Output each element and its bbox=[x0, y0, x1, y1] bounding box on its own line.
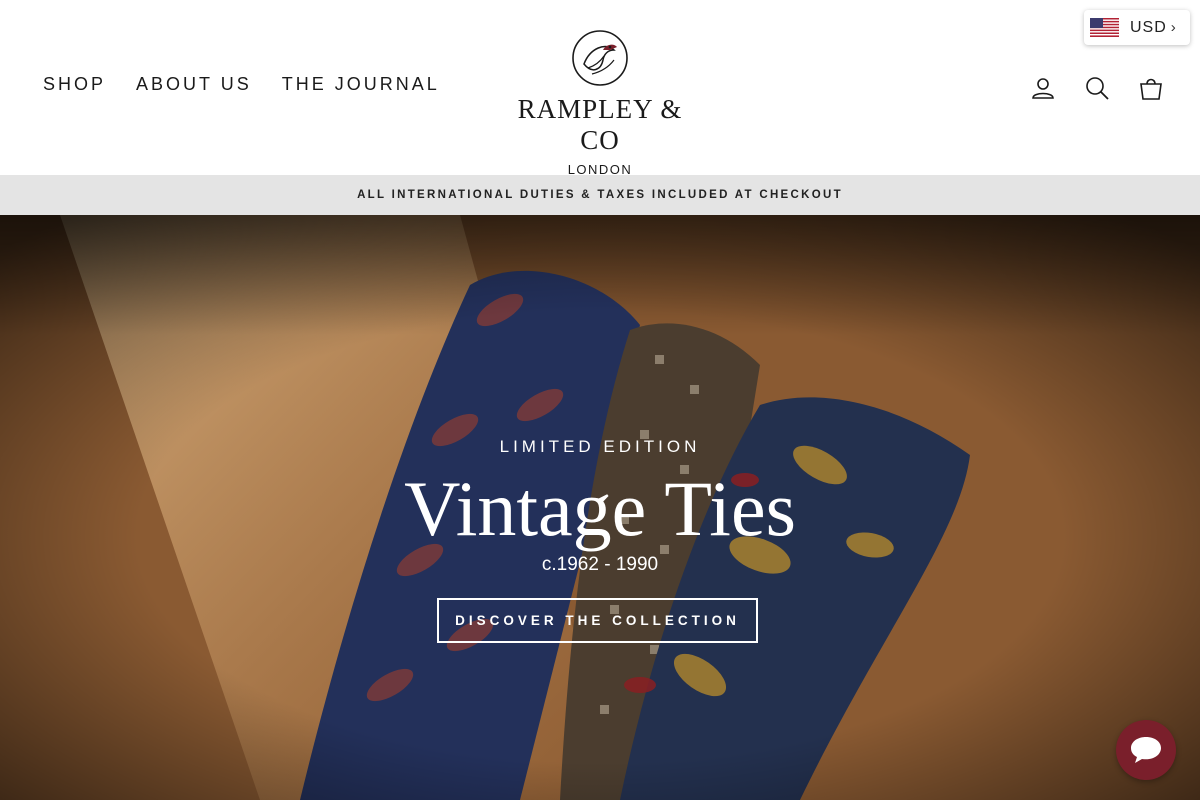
announcement-text: ALL INTERNATIONAL DUTIES & TAXES INCLUDE… bbox=[357, 189, 843, 201]
hero-content: LIMITED EDITION Vintage Ties c.1962 - 19… bbox=[0, 215, 1200, 800]
header-actions bbox=[1030, 74, 1164, 102]
announcement-bar: ALL INTERNATIONAL DUTIES & TAXES INCLUDE… bbox=[0, 175, 1200, 215]
main-nav: SHOP ABOUT US THE JOURNAL bbox=[43, 74, 470, 95]
us-flag-icon bbox=[1090, 18, 1119, 37]
chat-button[interactable] bbox=[1116, 720, 1176, 780]
currency-code: USD bbox=[1130, 18, 1167, 36]
search-icon[interactable] bbox=[1084, 74, 1110, 102]
hero-banner: LIMITED EDITION Vintage Ties c.1962 - 19… bbox=[0, 215, 1200, 800]
chat-bubble-icon bbox=[1131, 737, 1161, 763]
chevron-right-icon: › bbox=[1170, 19, 1176, 36]
site-header: SHOP ABOUT US THE JOURNAL RAMPLEY & CO L… bbox=[0, 0, 1200, 177]
hero-subtitle: c.1962 - 1990 bbox=[541, 554, 659, 575]
hero-kicker: LIMITED EDITION bbox=[499, 437, 701, 456]
nav-link-the-journal[interactable]: THE JOURNAL bbox=[282, 74, 440, 95]
currency-selector[interactable]: USD › bbox=[1084, 10, 1190, 45]
brand-name: RAMPLEY & CO bbox=[517, 94, 683, 155]
cart-icon[interactable] bbox=[1138, 74, 1164, 102]
brand-logo[interactable]: RAMPLEY & CO LONDON bbox=[500, 28, 700, 177]
discover-collection-button[interactable]: DISCOVER THE COLLECTION bbox=[437, 598, 758, 643]
bird-emblem-icon bbox=[572, 30, 628, 86]
hero-title: Vintage Ties bbox=[404, 465, 796, 552]
nav-link-about-us[interactable]: ABOUT US bbox=[136, 74, 252, 95]
nav-link-shop[interactable]: SHOP bbox=[43, 74, 106, 95]
account-icon[interactable] bbox=[1030, 74, 1056, 102]
